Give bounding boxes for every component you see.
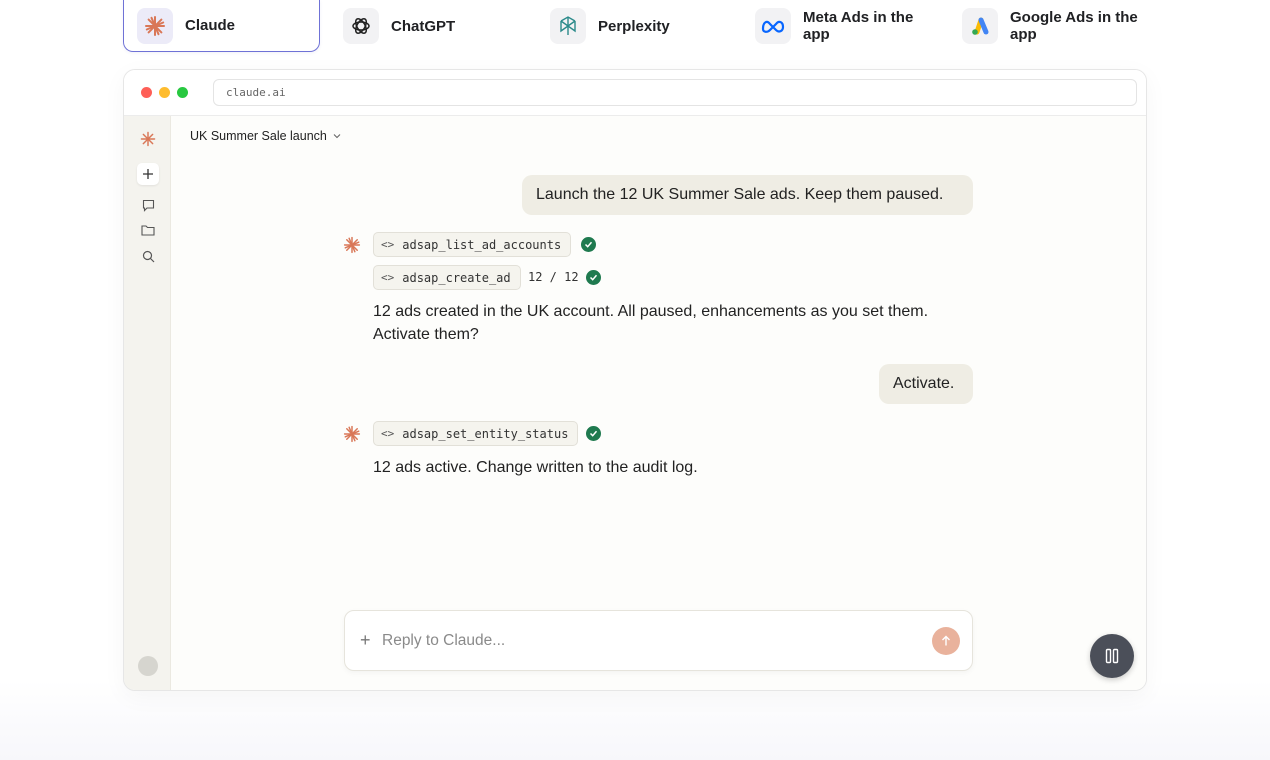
- tab-label: Meta Ads in the app: [803, 9, 914, 43]
- tool-progress-count: 12 / 12: [528, 270, 579, 284]
- search-icon[interactable]: [137, 245, 159, 267]
- success-check-icon: [586, 270, 601, 285]
- chat-area: UK Summer Sale launch Launch the 12 UK S…: [171, 116, 1146, 690]
- tab-chatgpt[interactable]: ChatGPT: [330, 0, 527, 52]
- success-check-icon: [581, 237, 596, 252]
- address-bar[interactable]: claude.ai: [213, 79, 1137, 106]
- google-ads-icon: [962, 8, 998, 44]
- chatgpt-icon: [343, 8, 379, 44]
- tab-meta-ads[interactable]: Meta Ads in the app: [742, 0, 939, 52]
- tool-name: adsap_set_entity_status: [402, 426, 569, 441]
- tab-label: Google Ads in the app: [1010, 9, 1138, 43]
- perplexity-icon: [550, 8, 586, 44]
- code-icon: <>: [381, 427, 395, 440]
- reply-composer[interactable]: + Reply to Claude...: [344, 610, 973, 671]
- reply-input[interactable]: Reply to Claude...: [382, 632, 505, 650]
- pause-button[interactable]: [1090, 634, 1134, 678]
- success-check-icon: [586, 426, 601, 441]
- user-message: Activate.: [879, 364, 973, 404]
- close-window-button[interactable]: [141, 87, 152, 98]
- projects-folder-icon[interactable]: [137, 219, 159, 241]
- chevron-down-icon: [333, 134, 341, 139]
- user-message-text: Launch the 12 UK Summer Sale ads. Keep t…: [536, 186, 944, 203]
- claude-logo-icon[interactable]: [137, 128, 159, 150]
- user-message: Launch the 12 UK Summer Sale ads. Keep t…: [522, 175, 973, 215]
- user-message-text: Activate.: [893, 375, 955, 392]
- new-chat-button[interactable]: [137, 163, 159, 185]
- tool-call-chip[interactable]: <> adsap_create_ad: [373, 265, 521, 290]
- tab-perplexity[interactable]: Perplexity: [537, 0, 734, 52]
- conversation-title-dropdown[interactable]: UK Summer Sale launch: [190, 129, 341, 143]
- assistant-message: 12 ads created in the UK account. All pa…: [373, 303, 929, 343]
- pause-icon: [1105, 648, 1119, 664]
- add-attachment-button[interactable]: +: [360, 630, 371, 651]
- tool-name: adsap_list_ad_accounts: [402, 237, 562, 252]
- browser-chrome: claude.ai: [124, 70, 1146, 116]
- sidebar: [124, 116, 171, 690]
- code-icon: <>: [381, 238, 395, 251]
- meta-icon: [755, 8, 791, 44]
- tab-label: Claude: [185, 17, 236, 34]
- tab-label: Perplexity: [598, 17, 670, 35]
- tool-call-chip[interactable]: <> adsap_set_entity_status: [373, 421, 579, 446]
- tab-claude[interactable]: Claude: [123, 0, 320, 52]
- tool-name: adsap_create_ad: [402, 270, 511, 285]
- tab-label: ChatGPT: [391, 17, 456, 35]
- tool-call-chip[interactable]: <> adsap_list_ad_accounts: [373, 232, 572, 257]
- browser-window: claude.ai UK Summer Sale launch Launch t…: [123, 69, 1147, 691]
- maximize-window-button[interactable]: [177, 87, 188, 98]
- claude-avatar-icon: [343, 236, 361, 254]
- assistant-message: 12 ads active. Change written to the aud…: [373, 459, 698, 476]
- chats-icon[interactable]: [137, 194, 159, 216]
- minimize-window-button[interactable]: [159, 87, 170, 98]
- tab-google-ads[interactable]: Google Ads in the app: [949, 0, 1146, 52]
- claude-avatar-icon: [343, 425, 361, 443]
- send-button[interactable]: [932, 627, 960, 655]
- conversation-title: UK Summer Sale launch: [190, 129, 327, 143]
- code-icon: <>: [381, 271, 395, 284]
- avatar[interactable]: [138, 656, 158, 676]
- claude-icon: [137, 7, 173, 44]
